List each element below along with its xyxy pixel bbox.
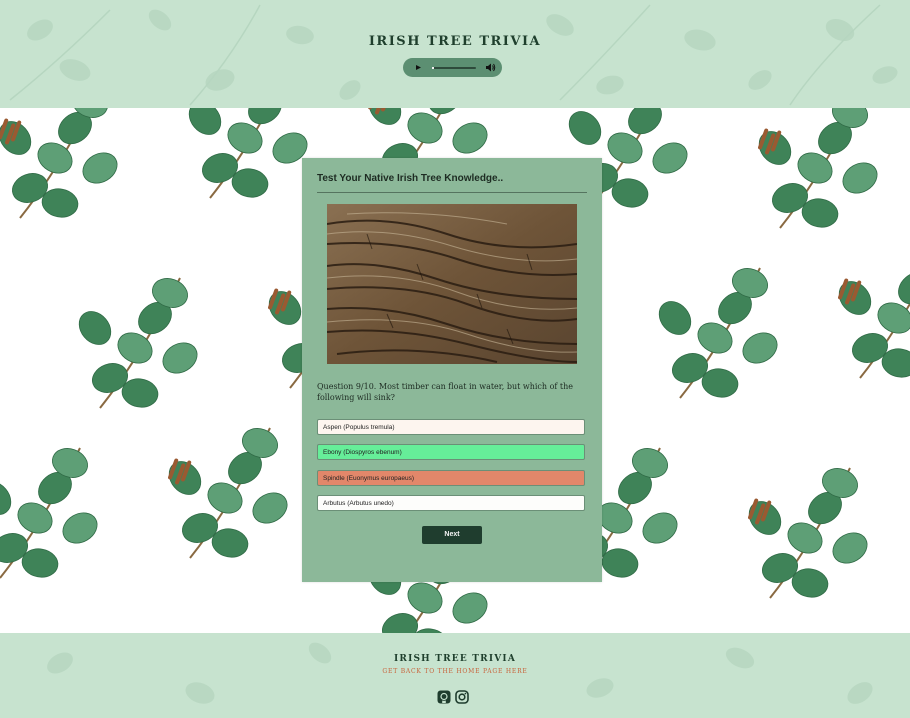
footer-title: IRISH TREE TRIVIA xyxy=(393,654,517,664)
bark-photo xyxy=(327,204,577,364)
github-icon[interactable] xyxy=(437,690,451,704)
leaf-sprig xyxy=(658,267,778,399)
quiz-heading: Test Your Native Irish Tree Knowledge.. xyxy=(317,173,587,193)
volume-icon[interactable] xyxy=(485,62,496,73)
home-page-link[interactable]: GET BACK TO THE HOME PAGE HERE xyxy=(0,668,910,675)
leaf-sprig xyxy=(188,108,308,199)
leaf-sprig xyxy=(78,277,198,409)
leaf-sprig xyxy=(0,108,118,219)
answer-option-2[interactable]: Ebony (Diospyros ebenum) xyxy=(317,444,585,460)
leaf-pattern-background xyxy=(9,4,898,106)
audio-progress-bar[interactable] xyxy=(432,67,476,69)
site-header: IRISH TREE TRIVIA xyxy=(0,0,910,109)
leaf-sprig xyxy=(748,467,868,599)
leaf-sprig xyxy=(758,108,878,229)
site-footer: IRISH TREE TRIVIA GET BACK TO THE HOME P… xyxy=(0,633,910,718)
answer-option-3[interactable]: Spindle (Euonymus europaeus) xyxy=(317,470,585,486)
leaf-sprig xyxy=(168,427,288,559)
answer-option-4[interactable]: Arbutus (Arbutus unedo) xyxy=(317,495,585,511)
next-button[interactable]: Next xyxy=(422,526,482,544)
instagram-icon[interactable] xyxy=(455,690,469,704)
audio-player[interactable] xyxy=(403,58,502,77)
leaf-sprig xyxy=(838,271,910,379)
audio-progress-fill xyxy=(432,67,435,69)
play-icon[interactable] xyxy=(413,62,423,73)
answer-option-1[interactable]: Aspen (Populus tremula) xyxy=(317,419,585,435)
site-title: IRISH TREE TRIVIA xyxy=(368,34,542,49)
quiz-card: Test Your Native Irish Tree Knowledge.. xyxy=(302,158,602,582)
question-text: Question 9/10. Most timber can float in … xyxy=(317,382,574,402)
leaf-pattern-background xyxy=(47,642,873,704)
leaf-sprig xyxy=(0,447,98,579)
